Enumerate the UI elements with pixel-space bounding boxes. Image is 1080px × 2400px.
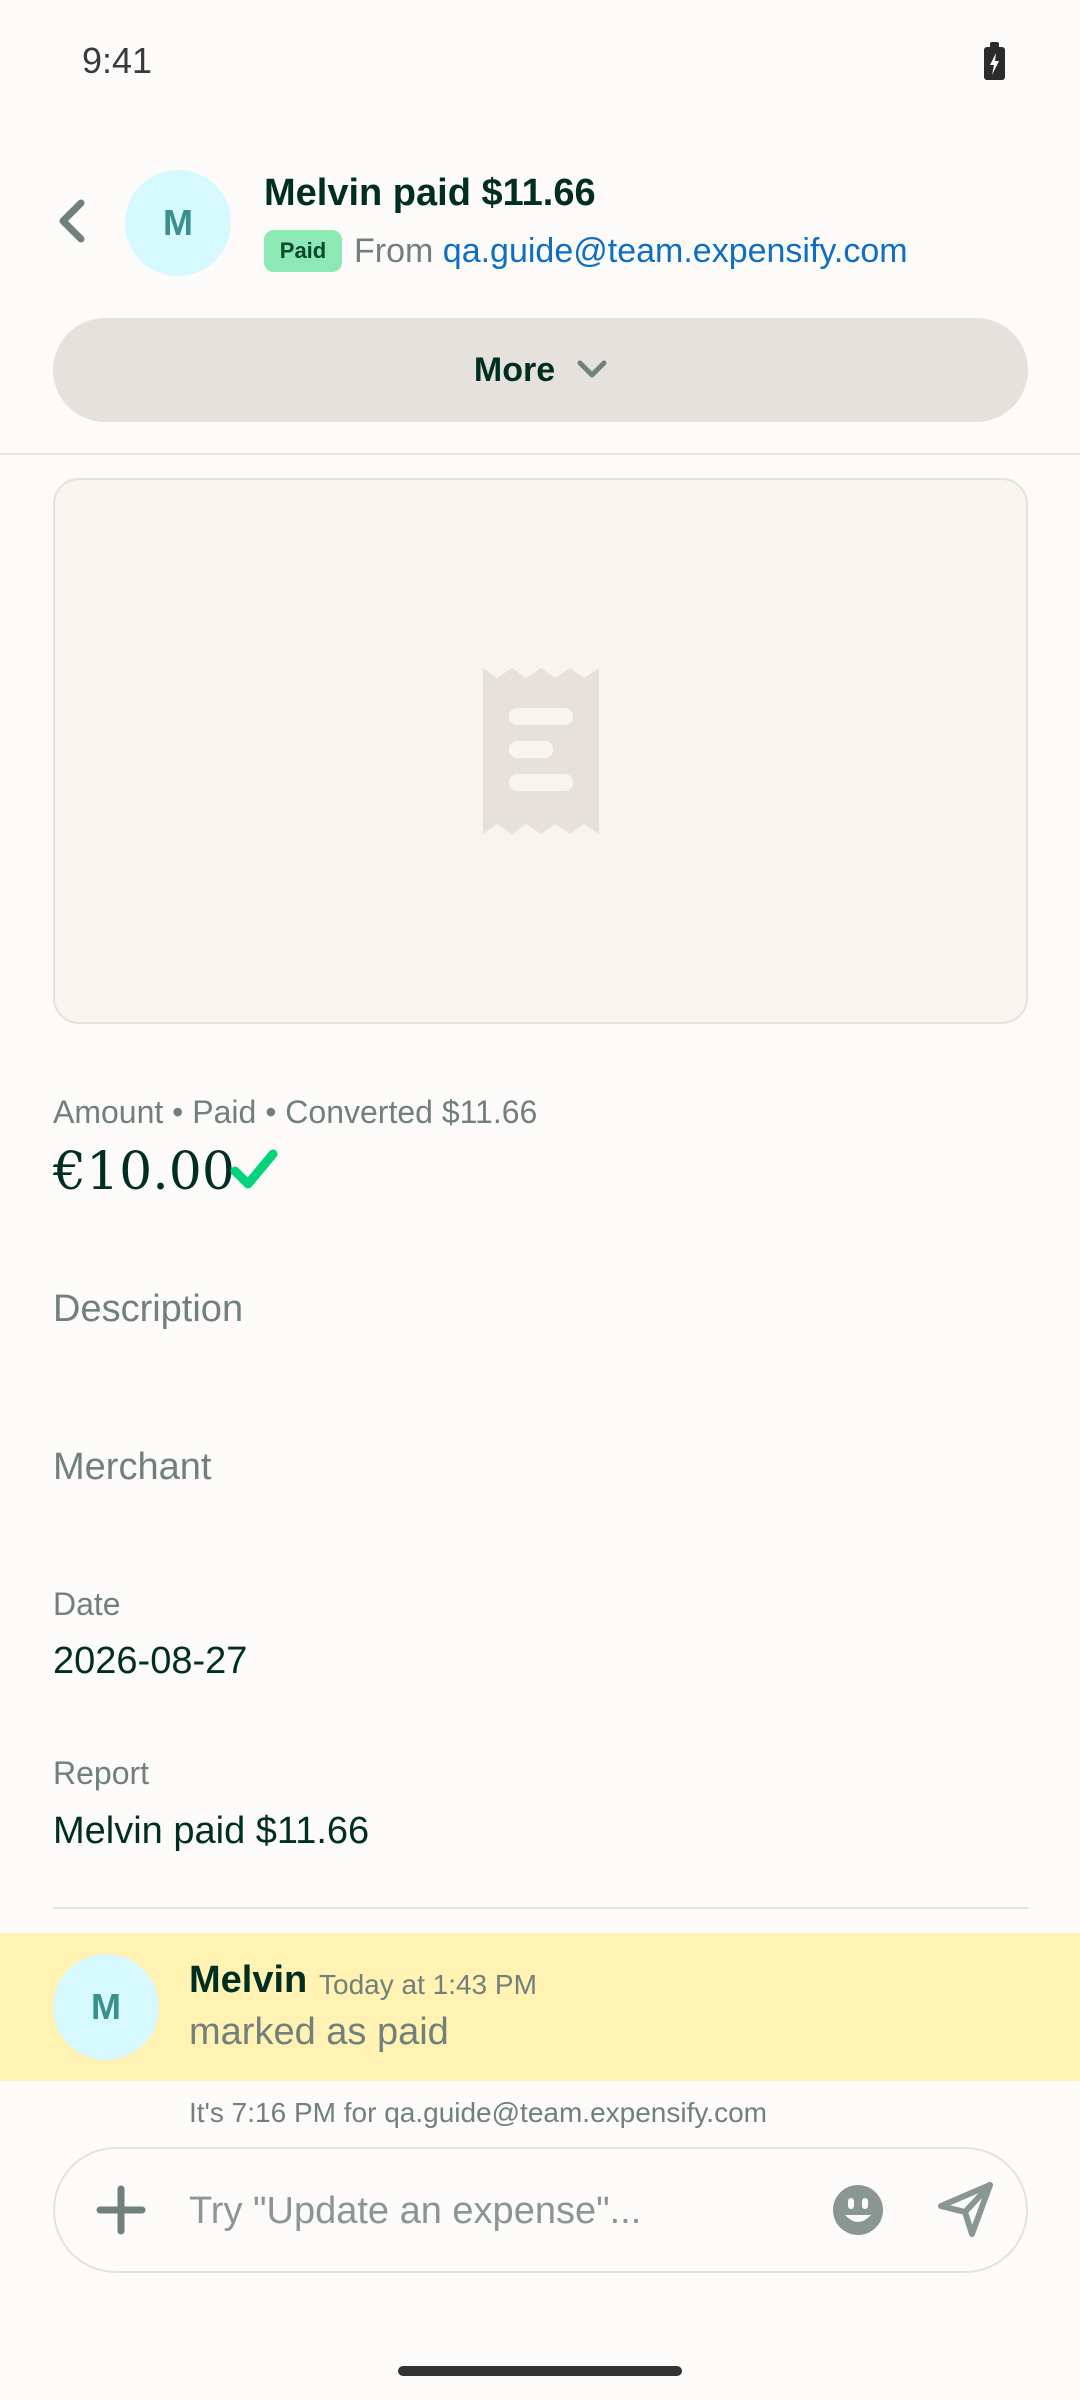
checkmark-icon	[230, 1149, 278, 1189]
status-badge: Paid	[264, 230, 342, 272]
from-email-link[interactable]: qa.guide@team.expensify.com	[443, 232, 908, 270]
amount-label: Amount • Paid • Converted $11.66	[53, 1094, 538, 1130]
report-label: Report	[53, 1755, 150, 1791]
add-button[interactable]	[91, 2180, 151, 2240]
home-indicator[interactable]	[398, 2366, 682, 2376]
chevron-down-icon	[577, 360, 607, 378]
composer	[53, 2147, 1028, 2273]
avatar[interactable]: M	[53, 1954, 159, 2060]
status-time: 9:41	[82, 40, 153, 81]
emoji-icon[interactable]	[830, 2182, 886, 2238]
from-line: From qa.guide@team.expensify.com	[354, 230, 908, 272]
plus-icon	[96, 2185, 146, 2235]
report-value[interactable]: Melvin paid $11.66	[53, 1810, 369, 1853]
date-label: Date	[53, 1586, 121, 1622]
more-button[interactable]: More	[53, 318, 1028, 422]
from-prefix: From	[354, 232, 434, 270]
local-time-note: It's 7:16 PM for qa.guide@team.expensify…	[189, 2097, 767, 2128]
avatar[interactable]: M	[125, 170, 231, 276]
status-bar: 9:41	[0, 0, 1080, 126]
date-value[interactable]: 2026-08-27	[53, 1640, 247, 1683]
message-input[interactable]	[189, 2179, 789, 2243]
amount-value[interactable]: €10.00	[53, 1142, 235, 1202]
page-title: Melvin paid $11.66	[264, 172, 596, 214]
receipt-icon	[482, 668, 599, 834]
activity-timestamp: Today at 1:43 PM	[319, 1969, 537, 2000]
divider	[0, 453, 1080, 455]
more-button-label: More	[473, 350, 556, 389]
receipt-placeholder[interactable]	[53, 478, 1028, 1024]
send-icon[interactable]	[936, 2180, 996, 2240]
chevron-left-icon	[59, 199, 85, 243]
battery-charging-icon	[984, 42, 1005, 80]
merchant-field[interactable]: Merchant	[53, 1446, 211, 1489]
divider	[53, 1907, 1028, 1909]
back-button[interactable]	[44, 190, 100, 252]
activity-text: marked as paid	[189, 2011, 449, 2053]
description-field[interactable]: Description	[53, 1288, 243, 1331]
activity-author: Melvin	[189, 1959, 308, 2001]
activity-message[interactable]: M Melvin Today at 1:43 PM marked as paid	[0, 1933, 1080, 2081]
